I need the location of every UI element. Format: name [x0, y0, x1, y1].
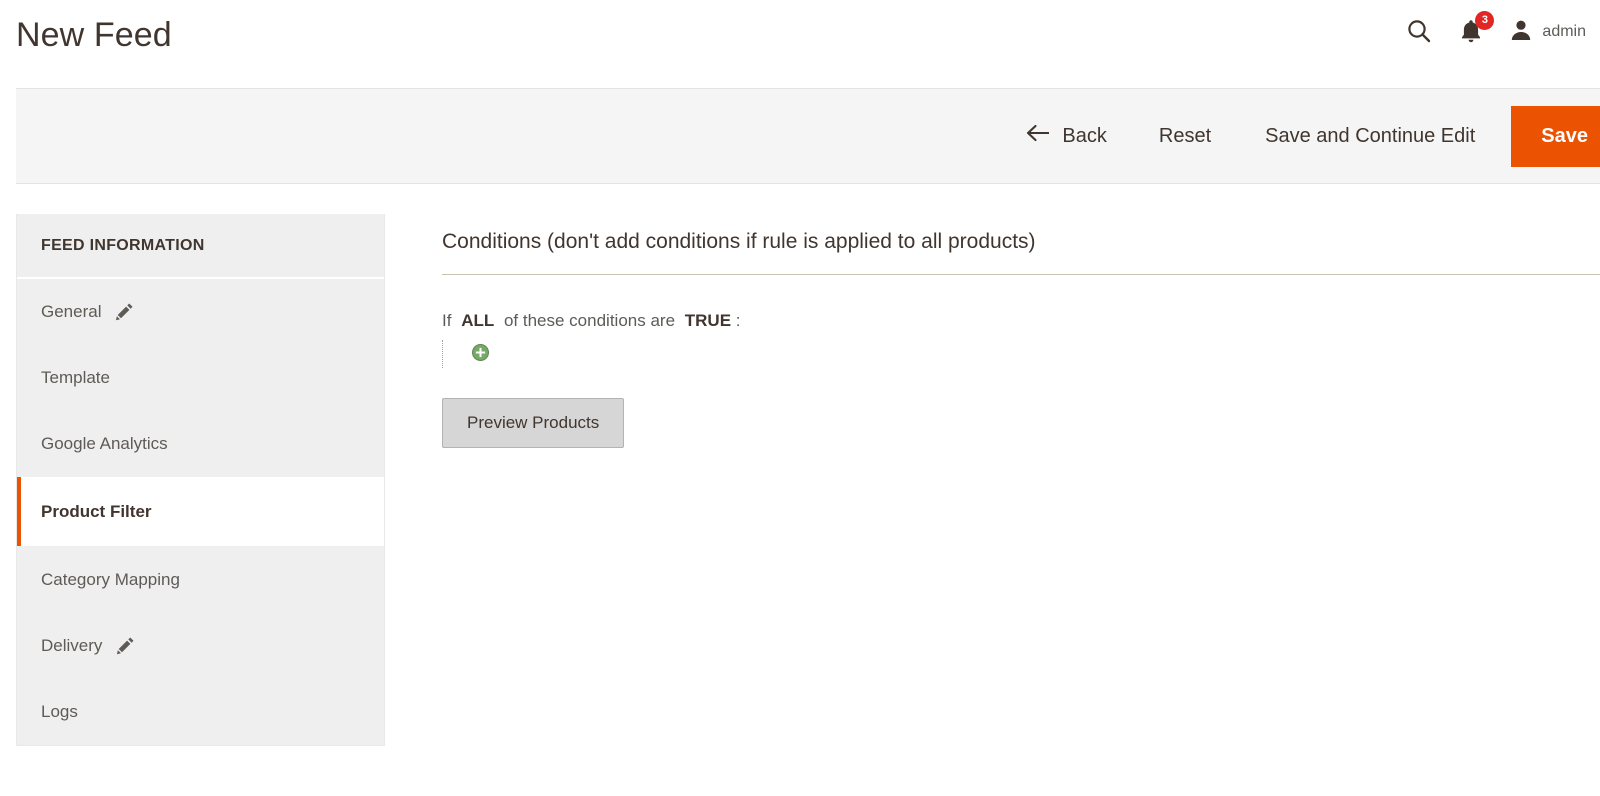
add-condition-button[interactable]: [472, 340, 489, 364]
save-and-continue-button[interactable]: Save and Continue Edit: [1251, 115, 1489, 158]
sidebar-item-general[interactable]: General: [17, 279, 384, 345]
sidebar-item-logs[interactable]: Logs: [17, 679, 384, 745]
sidebar-item-product-filter[interactable]: Product Filter: [17, 477, 384, 547]
header-actions: 3 admin: [1405, 10, 1586, 50]
conditions-rule-sentence: If ALL of these conditions are TRUE :: [442, 311, 1600, 331]
back-label: Back: [1062, 124, 1107, 147]
page-actions-toolbar: Back Reset Save and Continue Edit Save: [16, 88, 1600, 184]
preview-products-label: Preview Products: [467, 413, 600, 432]
feed-information-sidebar: FEED INFORMATION General Template Google…: [16, 214, 385, 746]
sidebar-item-label: General: [41, 301, 102, 321]
sidebar-heading: FEED INFORMATION: [17, 214, 384, 279]
conditions-list: [442, 340, 1600, 374]
conditions-section-title: Conditions (don't add conditions if rule…: [442, 230, 1600, 275]
page-header: New Feed 3 admin: [0, 0, 1600, 88]
sidebar-item-label: Category Mapping: [41, 569, 180, 589]
rule-suffix: :: [735, 311, 741, 330]
reset-label: Reset: [1158, 124, 1212, 147]
product-filter-panel: Conditions (don't add conditions if rule…: [442, 230, 1600, 448]
notifications-button[interactable]: 3: [1459, 10, 1495, 47]
search-button[interactable]: [1405, 17, 1433, 48]
rule-aggregator[interactable]: ALL: [461, 311, 494, 330]
conditions-rail: [442, 340, 443, 368]
save-and-continue-label: Save and Continue Edit: [1265, 124, 1476, 147]
add-circle-icon: [472, 344, 489, 364]
sidebar-item-label: Template: [41, 367, 110, 387]
sidebar-item-category-mapping[interactable]: Category Mapping: [17, 547, 384, 613]
page-title: New Feed: [16, 16, 172, 54]
preview-products-button[interactable]: Preview Products: [442, 398, 625, 448]
sidebar-item-delivery[interactable]: Delivery: [17, 613, 384, 679]
sidebar-item-label: Google Analytics: [41, 433, 168, 453]
sidebar-item-label: Delivery: [41, 635, 103, 655]
arrow-left-icon: [1025, 123, 1051, 149]
sidebar-item-label: Product Filter: [41, 501, 152, 521]
rule-prefix: If: [442, 311, 452, 330]
pencil-icon[interactable]: [116, 636, 135, 655]
user-menu[interactable]: admin: [1509, 18, 1586, 47]
pencil-icon[interactable]: [115, 302, 134, 321]
user-avatar-icon: [1509, 18, 1533, 47]
sidebar-item-template[interactable]: Template: [17, 345, 384, 411]
notification-badge: 3: [1475, 10, 1495, 30]
save-label: Save: [1541, 124, 1588, 147]
sidebar-item-label: Logs: [41, 701, 78, 721]
user-name-label: admin: [1542, 23, 1586, 40]
page-body: FEED INFORMATION General Template Google…: [0, 185, 1600, 796]
back-button[interactable]: Back: [1011, 113, 1120, 159]
sidebar-item-google-analytics[interactable]: Google Analytics: [17, 411, 384, 477]
reset-button[interactable]: Reset: [1145, 115, 1225, 158]
save-button[interactable]: Save: [1511, 105, 1600, 167]
rule-value[interactable]: TRUE: [685, 311, 731, 330]
search-icon: [1405, 17, 1433, 48]
rule-middle: of these conditions are: [503, 311, 676, 330]
